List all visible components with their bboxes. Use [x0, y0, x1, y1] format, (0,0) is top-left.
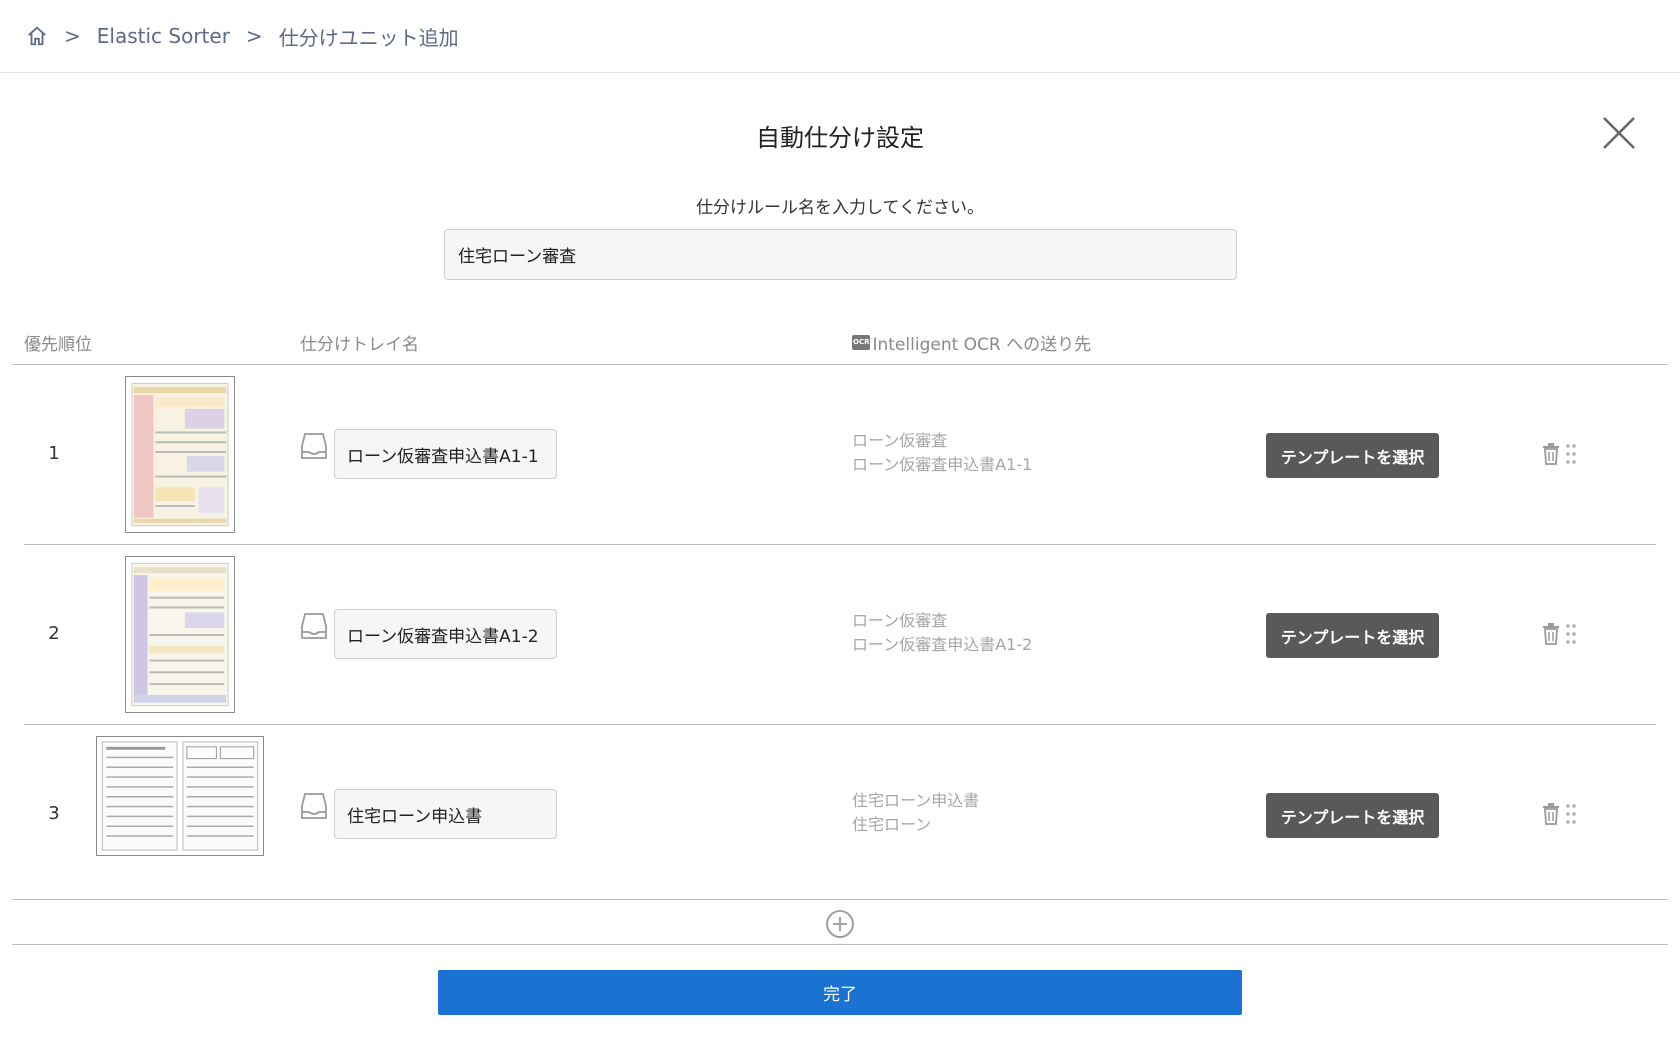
ocr-destination-line2: 住宅ローン	[852, 815, 932, 834]
tray-name-input[interactable]	[334, 789, 557, 839]
ocr-destination-line2: ローン仮審査申込書A1-2	[852, 635, 1033, 654]
trash-icon[interactable]	[1542, 803, 1560, 825]
trash-icon[interactable]	[1542, 443, 1560, 465]
divider	[12, 899, 1668, 900]
col-header-ocr-label: Intelligent OCR への送り先	[872, 335, 1092, 355]
priority-value: 1	[48, 443, 60, 464]
select-template-button[interactable]: テンプレートを選択	[1266, 793, 1439, 838]
divider	[12, 944, 1668, 945]
dialog-title: 自動仕分け設定	[756, 124, 924, 152]
document-thumbnail	[125, 556, 235, 713]
tray-icon	[301, 793, 327, 819]
rule-name-prompt: 仕分けルール名を入力してください。	[696, 198, 984, 218]
ocr-destination: ローン仮審査 ローン仮審査申込書A1-1	[852, 429, 1032, 477]
table-row: 2 ローン仮審査 ローン仮審査申込書A1-2 テンプレートを選択	[24, 545, 1656, 725]
rule-name-input[interactable]	[444, 229, 1237, 280]
tray-icon	[301, 433, 327, 459]
drag-handle-icon[interactable]	[1566, 443, 1576, 465]
col-header-tray-name: 仕分けトレイ名	[300, 335, 419, 355]
ocr-destination-line1: ローン仮審査	[852, 431, 948, 450]
ocr-destination-line1: 住宅ローン申込書	[852, 791, 980, 810]
col-header-ocr-destination: OCR Intelligent OCR への送り先	[852, 330, 1091, 355]
breadcrumb-separator: >	[64, 24, 81, 48]
document-thumbnail	[125, 376, 235, 533]
tray-name-input[interactable]	[334, 609, 557, 659]
priority-value: 3	[48, 803, 60, 824]
table-row: 3 住宅ローン申込書 住宅ローン テンプレートを選択	[24, 725, 1656, 905]
breadcrumb-separator: >	[245, 24, 263, 48]
home-icon[interactable]	[26, 25, 48, 47]
ocr-destination: ローン仮審査 ローン仮審査申込書A1-2	[852, 609, 1032, 657]
document-thumbnail	[96, 736, 264, 856]
done-button[interactable]: 完了	[438, 970, 1242, 1015]
select-template-button[interactable]: テンプレートを選択	[1266, 433, 1439, 478]
add-row-icon[interactable]	[825, 909, 855, 939]
priority-value: 2	[48, 623, 60, 644]
ocr-icon: OCR	[852, 335, 871, 350]
breadcrumb-item-elastic-sorter[interactable]: Elastic Sorter	[97, 24, 230, 48]
ocr-destination: 住宅ローン申込書 住宅ローン	[852, 789, 979, 837]
trash-icon[interactable]	[1542, 623, 1560, 645]
tray-icon	[301, 613, 327, 639]
table-row: 1 ローン仮審査 ローン仮審査申込書A1-1 テンプレートを選択	[24, 365, 1656, 545]
col-header-priority: 優先順位	[24, 335, 92, 355]
select-template-button[interactable]: テンプレートを選択	[1266, 613, 1439, 658]
tray-name-input[interactable]	[334, 429, 557, 479]
breadcrumb-item-add-unit: 仕分けユニット追加	[278, 25, 459, 50]
breadcrumb: > Elastic Sorter > 仕分けユニット追加	[26, 22, 459, 51]
ocr-destination-line1: ローン仮審査	[852, 611, 948, 630]
top-bar: > Elastic Sorter > 仕分けユニット追加	[0, 0, 1680, 73]
drag-handle-icon[interactable]	[1566, 803, 1576, 825]
drag-handle-icon[interactable]	[1566, 623, 1576, 645]
ocr-destination-line2: ローン仮審査申込書A1-1	[852, 455, 1033, 474]
